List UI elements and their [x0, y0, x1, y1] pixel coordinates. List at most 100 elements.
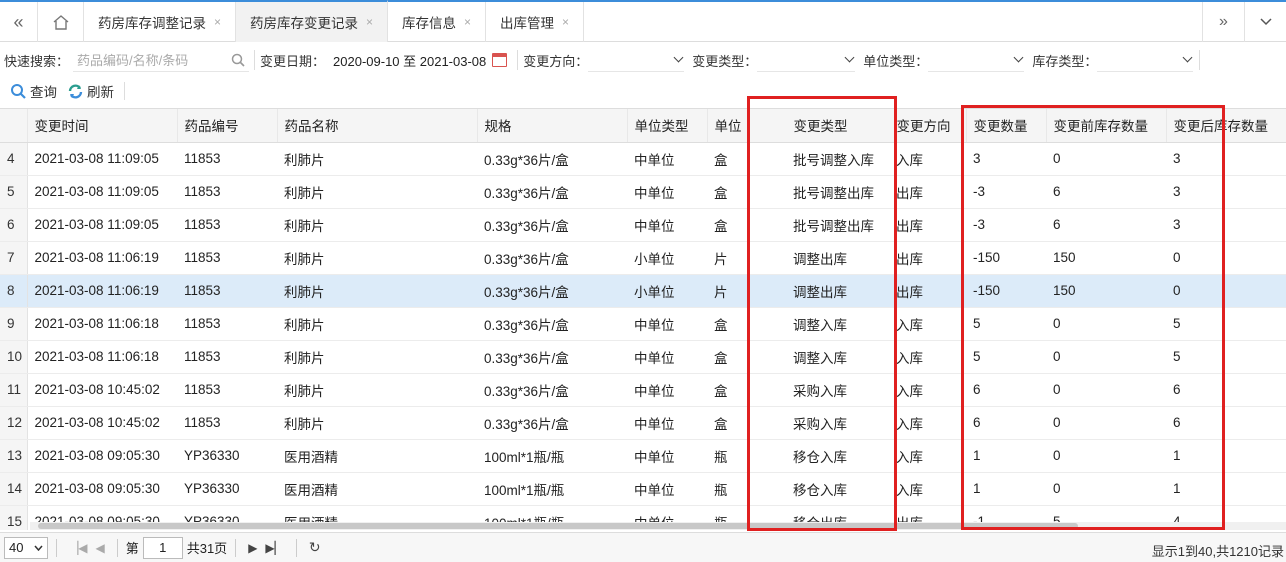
next-page-icon[interactable]: ▶	[248, 541, 257, 555]
scroll-tabs-left-icon[interactable]: «	[0, 2, 38, 42]
close-icon[interactable]: ×	[464, 15, 471, 29]
header-change-time[interactable]: 变更时间	[27, 109, 178, 143]
change-date-range-input[interactable]: 2020-09-10 至 2021-03-08	[333, 51, 486, 70]
header-direction[interactable]: 变更方向	[894, 109, 967, 143]
last-page-icon[interactable]: ▶▏	[265, 541, 283, 555]
calendar-icon[interactable]	[492, 53, 508, 67]
table-row[interactable]: 11 2021-03-08 10:45:02 11853 利肺片 0.33g*36片/盒…	[0, 373, 1286, 407]
cell-change-time: 2021-03-08 11:06:19	[27, 274, 177, 308]
header-change-type[interactable]: 变更类型	[747, 109, 895, 143]
cell-before-qty: 6	[1046, 175, 1166, 209]
reload-icon[interactable]: ↻	[309, 539, 321, 556]
tab-outbound-management[interactable]: 出库管理 ×	[486, 2, 585, 42]
cell-before-qty: 0	[1046, 307, 1166, 341]
change-type-select[interactable]	[757, 48, 856, 72]
cell-change-type: 调整入库	[747, 340, 894, 374]
table-row[interactable]: 4 2021-03-08 11:09:05 11853 利肺片 0.33g*36片/盒中…	[0, 142, 1286, 176]
table-row[interactable]: 5 2021-03-08 11:09:05 11853 利肺片 0.33g*36片/盒中…	[0, 175, 1286, 209]
header-drug-code[interactable]: 药品编号	[177, 109, 278, 143]
tab-inventory-info[interactable]: 库存信息 ×	[388, 2, 487, 42]
tab-spacer	[584, 2, 1202, 41]
cell-spec: 0.33g*36片/盒	[477, 208, 627, 242]
page-number-input[interactable]: 1	[142, 536, 183, 559]
record-summary: 显示1到40,共1210记录	[1151, 544, 1284, 559]
cell-unit-type: 中单位	[627, 208, 707, 242]
stock-type-select[interactable]	[1097, 48, 1194, 72]
cell-direction: 入库	[894, 373, 966, 407]
filter-bar: 快速搜索： 药品编码/名称/条码 变更日期： 2020-09-10 至 2021…	[0, 42, 1286, 78]
header-row-number	[0, 109, 28, 143]
cell-unit: 片	[707, 241, 747, 275]
divider	[1199, 50, 1201, 70]
first-page-icon[interactable]: ▕◀	[69, 541, 87, 555]
quick-search-input[interactable]: 药品编码/名称/条码	[73, 48, 250, 72]
scroll-tabs-right-icon[interactable]: »	[1202, 2, 1244, 42]
tab-pharmacy-change-records[interactable]: 药房库存变更记录 ×	[236, 0, 389, 42]
query-button[interactable]: 查询	[10, 81, 57, 101]
header-unit[interactable]: 单位	[707, 109, 748, 143]
cell-unit: 盒	[707, 406, 747, 440]
table-row[interactable]: 6 2021-03-08 11:09:05 11853 利肺片 0.33g*36片/盒中…	[0, 208, 1286, 242]
header-change-qty[interactable]: 变更数量	[966, 109, 1047, 143]
cell-spec: 0.33g*36片/盒	[477, 175, 627, 209]
header-unit-type[interactable]: 单位类型	[627, 109, 708, 143]
search-icon[interactable]	[231, 53, 245, 67]
scrollbar-thumb[interactable]	[38, 523, 1078, 529]
close-icon[interactable]: ×	[214, 15, 221, 29]
table-row[interactable]: 8 2021-03-08 11:06:19 11853 利肺片 0.33g*36片/盒小…	[0, 274, 1286, 308]
row-number: 13	[0, 439, 28, 473]
cell-direction: 出库	[894, 208, 966, 242]
cell-drug-name: 利肺片	[277, 208, 477, 242]
table-body: 4 2021-03-08 11:09:05 11853 利肺片 0.33g*36片/盒中…	[0, 142, 1286, 530]
cell-unit: 盒	[707, 340, 747, 374]
pagination-bar: 40 ▕◀ ◀ 第 1 共31页 ▶ ▶▏ ↻ 显示1到40,共1210记录	[0, 532, 1286, 562]
row-number: 10	[0, 340, 28, 374]
divider	[124, 82, 125, 100]
divider	[295, 538, 297, 557]
cell-change-type: 调整入库	[747, 307, 894, 341]
cell-after-qty: 5	[1166, 307, 1286, 341]
table-row[interactable]: 7 2021-03-08 11:06:19 11853 利肺片 0.33g*36片/盒小…	[0, 241, 1286, 275]
tab-menu-button[interactable]	[1244, 2, 1286, 42]
table-row[interactable]: 10 2021-03-08 11:06:18 11853 利肺片 0.33g*36片/盒…	[0, 340, 1286, 374]
cell-after-qty: 3	[1166, 208, 1286, 242]
home-tab[interactable]	[38, 2, 84, 42]
cell-spec: 0.33g*36片/盒	[477, 274, 627, 308]
divider	[235, 538, 237, 557]
close-icon[interactable]: ×	[562, 15, 569, 29]
row-number: 6	[0, 208, 28, 242]
cell-change-qty: 6	[966, 406, 1046, 440]
direction-select[interactable]	[588, 48, 685, 72]
table-row[interactable]: 9 2021-03-08 11:06:18 11853 利肺片 0.33g*36片/盒中…	[0, 307, 1286, 341]
close-icon[interactable]: ×	[366, 15, 373, 29]
header-spec[interactable]: 规格	[477, 109, 628, 143]
cell-after-qty: 3	[1166, 142, 1286, 176]
header-drug-name[interactable]: 药品名称	[277, 109, 478, 143]
table-row[interactable]: 13 2021-03-08 09:05:30 YP36330 医用酒精 100ml*1瓶…	[0, 439, 1286, 473]
table-row[interactable]: 12 2021-03-08 10:45:02 11853 利肺片 0.33g*36片/盒…	[0, 406, 1286, 440]
change-type-label: 变更类型：	[692, 53, 758, 69]
cell-change-qty: -150	[966, 274, 1046, 308]
cell-change-type: 采购入库	[747, 373, 894, 407]
cell-drug-code: 11853	[177, 406, 277, 440]
header-after-qty[interactable]: 变更后库存数量	[1166, 109, 1286, 143]
cell-unit: 瓶	[707, 472, 747, 506]
cell-drug-name: 利肺片	[277, 175, 477, 209]
chevron-down-icon	[673, 52, 684, 63]
unit-type-select[interactable]	[928, 48, 1025, 72]
cell-unit-type: 小单位	[627, 274, 707, 308]
cell-change-time: 2021-03-08 10:45:02	[27, 373, 177, 407]
refresh-button[interactable]: 刷新	[67, 81, 114, 101]
cell-unit-type: 中单位	[627, 439, 707, 473]
page-size-select[interactable]: 40	[4, 536, 48, 559]
query-label: 查询	[30, 85, 57, 100]
tab-pharmacy-adjust-records[interactable]: 药房库存调整记录 ×	[84, 2, 237, 42]
divider	[56, 538, 57, 557]
cell-drug-code: 11853	[177, 208, 277, 242]
horizontal-scrollbar[interactable]	[30, 522, 1286, 530]
table-row[interactable]: 14 2021-03-08 09:05:30 YP36330 医用酒精 100ml*1瓶…	[0, 472, 1286, 506]
header-before-qty[interactable]: 变更前库存数量	[1046, 109, 1167, 143]
cell-unit-type: 中单位	[627, 373, 707, 407]
prev-page-icon[interactable]: ◀	[95, 541, 104, 555]
cell-before-qty: 0	[1046, 142, 1166, 176]
